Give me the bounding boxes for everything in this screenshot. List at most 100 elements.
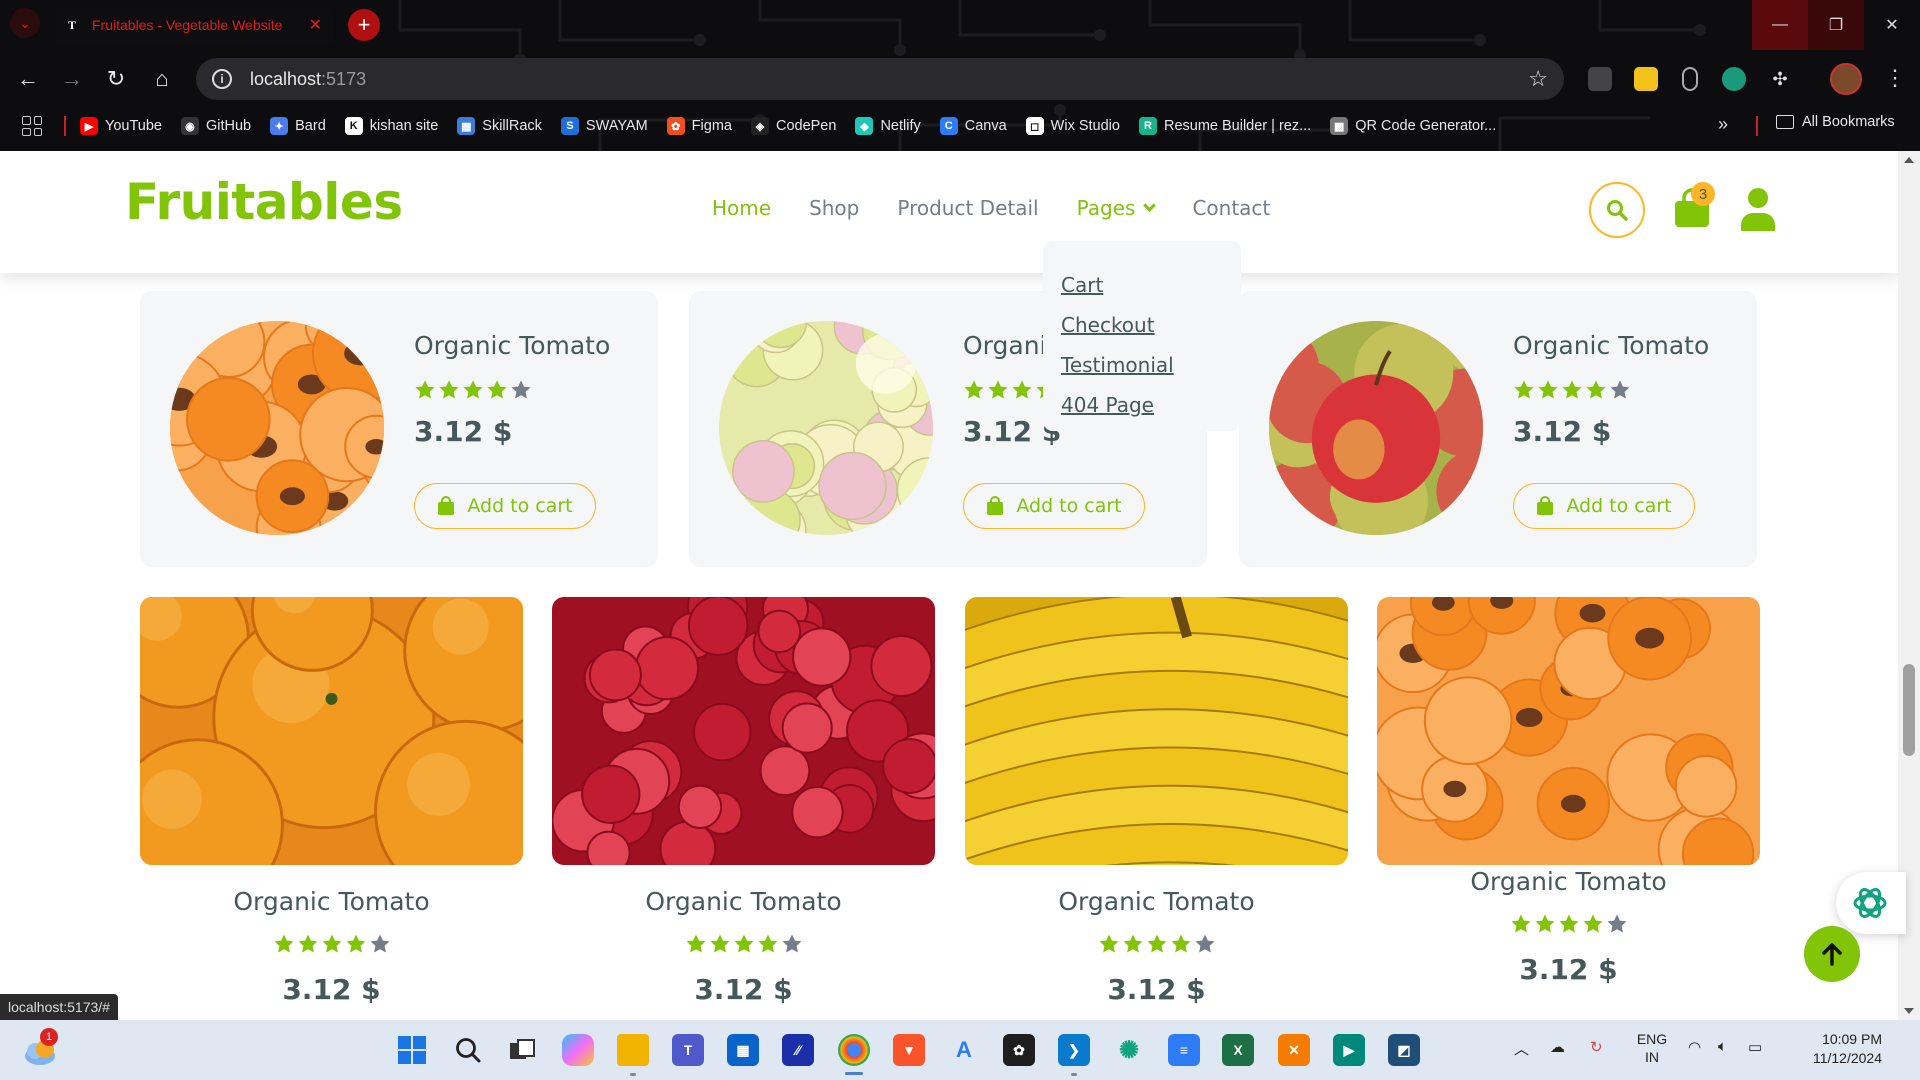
update-icon[interactable]: ↻: [1590, 1038, 1603, 1056]
figma-icon[interactable]: ✿: [1003, 1034, 1035, 1066]
translate-icon[interactable]: A: [948, 1034, 980, 1066]
star-filled-icon: [1559, 914, 1578, 933]
copilot-icon[interactable]: [562, 1034, 594, 1066]
tab-favicon: T: [68, 18, 77, 32]
nav-home[interactable]: Home: [712, 196, 771, 220]
bard-icon: ✦: [270, 117, 289, 135]
site-logo[interactable]: Fruitables: [125, 173, 403, 231]
xampp-icon[interactable]: ✕: [1278, 1034, 1310, 1066]
microsoft-store-icon[interactable]: ▦: [727, 1034, 759, 1066]
bookmark-item[interactable]: ▦ SkillRack: [457, 117, 542, 135]
all-bookmarks[interactable]: All Bookmarks: [1776, 114, 1895, 130]
back-icon[interactable]: ←: [12, 63, 44, 95]
apps-grid-icon[interactable]: [22, 116, 42, 136]
star-filled-icon: [346, 934, 365, 953]
task-view-icon[interactable]: [506, 1034, 538, 1066]
bookmark-item[interactable]: ◻ Wix Studio: [1025, 117, 1120, 135]
bookmark-item[interactable]: C Canva: [939, 117, 1007, 135]
add-to-cart-button[interactable]: Add to cart: [414, 483, 596, 529]
forward-icon[interactable]: →: [56, 63, 88, 95]
tab-close-icon[interactable]: ✕: [309, 15, 322, 35]
browser-menu-icon[interactable]: ⋮: [1884, 67, 1906, 89]
chatgpt-extension-icon[interactable]: [1722, 67, 1746, 91]
wifi-icon[interactable]: ◠: [1688, 1038, 1701, 1056]
nav-pages-dropdown[interactable]: Pages: [1077, 196, 1157, 220]
language-indicator[interactable]: ENG IN: [1634, 1030, 1670, 1066]
bookmark-item[interactable]: ▶ YouTube: [80, 117, 162, 135]
star-filled-icon: [1511, 914, 1530, 933]
scroll-up-arrow[interactable]: [1904, 157, 1914, 163]
extension-icon[interactable]: [1682, 67, 1698, 91]
scroll-thumb[interactable]: [1903, 664, 1915, 756]
bookmark-item[interactable]: ▩ QR Code Generator...: [1330, 117, 1496, 135]
ai-assistant-button[interactable]: [1836, 872, 1906, 934]
bookmark-item[interactable]: ◆ Netlify: [855, 117, 921, 135]
add-to-cart-button[interactable]: Add to cart: [1513, 483, 1695, 529]
home-icon[interactable]: ⌂: [146, 63, 178, 95]
nav-contact[interactable]: Contact: [1192, 196, 1270, 220]
battery-icon[interactable]: ▭: [1748, 1038, 1762, 1056]
vscode-icon[interactable]: ❯: [1058, 1034, 1090, 1066]
star-filled-icon: [322, 934, 341, 953]
browser-tab[interactable]: T Fruitables - Vegetable Website ✕: [56, 7, 334, 43]
restore-button[interactable]: ❐: [1808, 0, 1864, 50]
teams-icon[interactable]: T: [672, 1034, 704, 1066]
meet-icon[interactable]: ▶: [1333, 1034, 1365, 1066]
app-icon[interactable]: ◩: [1388, 1034, 1420, 1066]
address-bar[interactable]: i localhost:5173 ☆: [196, 58, 1564, 100]
youtube-icon: ▶: [80, 117, 98, 135]
windows-taskbar: 1 T ▦ ⁄⁄ ▼ A ✿ ❯ ✺ ≡ X ✕ ▶ ◩ ︿ ☁ ↻ ENG IN…: [0, 1020, 1920, 1080]
bookmark-item[interactable]: ◉ GitHub: [180, 117, 251, 135]
reload-icon[interactable]: ↻: [100, 63, 132, 95]
profile-avatar[interactable]: [1830, 63, 1862, 95]
extensions-puzzle-icon[interactable]: ✣: [1768, 67, 1792, 91]
cloud-sync-icon[interactable]: ☁: [1550, 1038, 1565, 1056]
star-filled-icon: [1586, 380, 1606, 399]
nav-shop[interactable]: Shop: [809, 196, 859, 220]
brave-icon[interactable]: ▼: [893, 1034, 925, 1066]
show-hidden-icons[interactable]: ︿: [1514, 1038, 1529, 1059]
main-nav: Home Shop Product Detail Pages Contact: [712, 196, 1270, 220]
product-title: Organic Tomato: [1058, 887, 1255, 916]
file-explorer-icon[interactable]: [617, 1034, 649, 1066]
volume-icon[interactable]: 🔈︎: [1718, 1038, 1727, 1055]
close-window-button[interactable]: ✕: [1864, 0, 1920, 50]
tab-search-button[interactable]: ⌄: [10, 8, 40, 38]
star-filled-icon: [1012, 380, 1032, 399]
excel-icon[interactable]: X: [1222, 1034, 1254, 1066]
app-icon[interactable]: ⁄⁄: [782, 1034, 814, 1066]
bookmark-item[interactable]: ✦ Bard: [270, 117, 326, 135]
dropdown-item-cart[interactable]: Cart: [1043, 265, 1241, 305]
nav-product-detail[interactable]: Product Detail: [897, 196, 1038, 220]
site-info-icon[interactable]: i: [212, 69, 232, 89]
back-to-top-button[interactable]: [1804, 926, 1860, 982]
scroll-down-arrow[interactable]: [1904, 1008, 1914, 1014]
bookmark-item[interactable]: ◈ CodePen: [750, 117, 836, 135]
chevron-down-icon: [1143, 199, 1157, 212]
bookmark-star-icon[interactable]: ☆: [1528, 66, 1548, 92]
dropdown-item-testimonial[interactable]: Testimonial: [1043, 345, 1241, 385]
search-button[interactable]: [1589, 182, 1645, 238]
minimize-button[interactable]: —: [1752, 0, 1808, 50]
product-image: [719, 321, 933, 535]
add-to-cart-button[interactable]: Add to cart: [963, 483, 1145, 529]
chatgpt-app-icon[interactable]: ✺: [1113, 1034, 1145, 1066]
bookmark-item[interactable]: ✿ Figma: [666, 117, 732, 135]
product-rating: [552, 933, 935, 955]
new-tab-button[interactable]: +: [348, 9, 380, 41]
chrome-icon[interactable]: [838, 1034, 870, 1066]
start-icon[interactable]: [396, 1034, 428, 1066]
bookmark-item[interactable]: R Resume Builder | rez...: [1138, 117, 1311, 135]
search-icon[interactable]: [452, 1034, 484, 1066]
dropdown-item-checkout[interactable]: Checkout: [1043, 305, 1241, 345]
bookmark-item[interactable]: Kkishan site: [344, 117, 438, 135]
extension-icon[interactable]: [1634, 67, 1658, 91]
user-icon[interactable]: [1739, 187, 1777, 231]
notepad-icon[interactable]: ≡: [1168, 1034, 1200, 1066]
bookmark-item[interactable]: S SWAYAM: [560, 117, 648, 135]
system-clock[interactable]: 10:09 PM 11/12/2024: [1786, 1030, 1882, 1068]
dropdown-item-404-page[interactable]: 404 Page: [1043, 385, 1241, 425]
more-bookmarks-icon[interactable]: »: [1718, 114, 1728, 135]
extension-icon[interactable]: [1588, 67, 1612, 91]
star-filled-icon: [710, 934, 729, 953]
